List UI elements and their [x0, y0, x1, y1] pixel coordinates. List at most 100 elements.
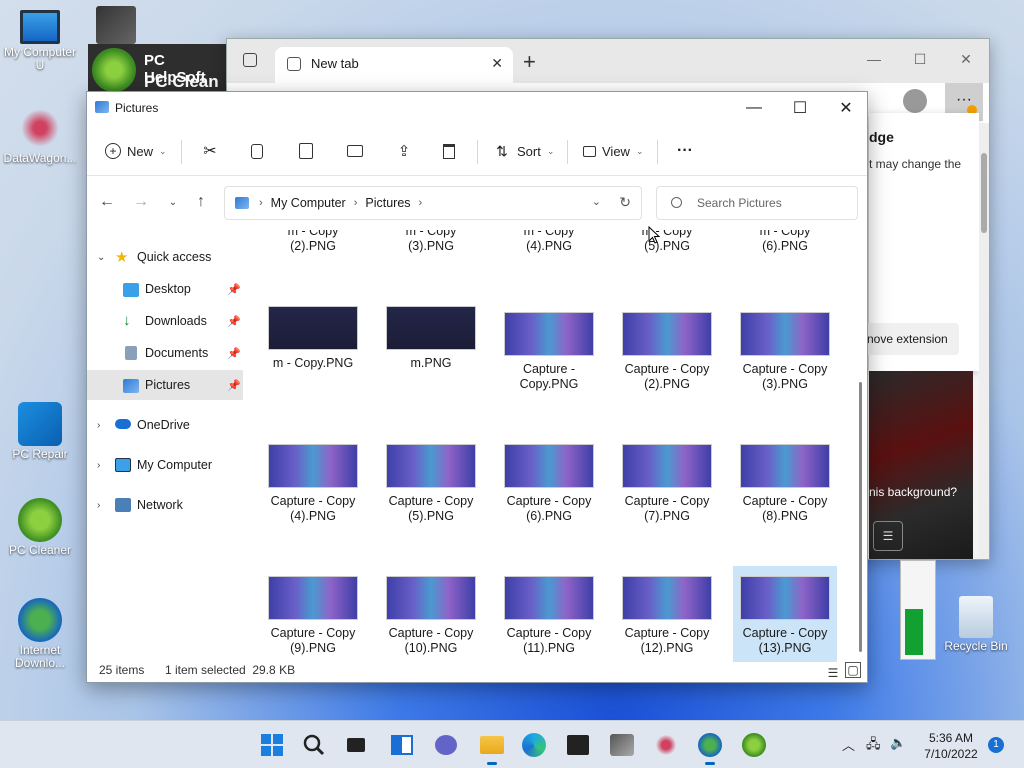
breadcrumb-pictures[interactable]: Pictures — [365, 196, 410, 210]
notification-badge[interactable]: 1 — [988, 737, 1004, 753]
content-scrollbar[interactable] — [857, 232, 865, 656]
file-tile[interactable]: Capture - Copy (11).PNG — [497, 570, 601, 656]
file-tile[interactable]: Capture - Copy (12).PNG — [615, 570, 719, 656]
cut-button[interactable]: ✂ — [201, 134, 219, 168]
back-button[interactable]: ← — [93, 188, 121, 216]
recent-locations-chevron-icon[interactable]: ⌄ — [159, 188, 187, 216]
large-icons-view-button[interactable]: ▢ — [845, 662, 861, 678]
file-name: Capture - Copy (3).PNG — [742, 362, 828, 391]
desktop-icon-datawagon[interactable]: DataWagon... — [0, 106, 80, 165]
widgets-button[interactable] — [388, 731, 416, 759]
file-tile[interactable]: Capture - Copy (3).PNG — [733, 306, 837, 392]
profile-avatar[interactable] — [903, 89, 927, 113]
datawagon-taskbar-button[interactable] — [652, 731, 680, 759]
close-button[interactable]: ✕ — [823, 92, 869, 124]
hamburger-menu-icon[interactable]: ☰ — [873, 521, 903, 551]
file-thumbnail — [268, 444, 358, 488]
file-tile[interactable]: Capture - Copy (4).PNG — [261, 438, 365, 524]
address-bar[interactable]: › My Computer › Pictures › ⌄ ↻ — [224, 186, 642, 220]
desktop-icon-pc-repair[interactable]: PC Repair — [0, 402, 80, 461]
file-explorer-window[interactable]: Pictures — ☐ ✕ + New ⌄ ✂ ⇪ ⇅ Sort ⌄ View… — [86, 91, 868, 683]
file-tile[interactable]: m - Copy (4).PNG — [497, 230, 601, 254]
file-tile[interactable]: m - Copy (6).PNG — [733, 230, 837, 254]
file-tile[interactable]: Capture - Copy (5).PNG — [379, 438, 483, 524]
task-view-button[interactable] — [342, 731, 370, 759]
teams-chat-button[interactable] — [432, 731, 460, 759]
view-button[interactable]: View ⌄ — [583, 134, 644, 168]
file-tile[interactable]: Capture - Copy.PNG — [497, 306, 601, 392]
desktop-icon-my-computer[interactable]: My Computer U — [0, 10, 80, 72]
file-tile[interactable]: m.PNG — [379, 306, 483, 371]
paste-button[interactable] — [299, 134, 313, 168]
desktop-icon-idm[interactable]: Internet Downlo... — [0, 598, 80, 670]
file-tile[interactable]: Capture - Copy (9).PNG — [261, 570, 365, 656]
edge-scrollbar[interactable] — [979, 123, 989, 559]
edge-tab[interactable]: New tab ✕ — [275, 47, 513, 83]
copy-button[interactable] — [251, 134, 263, 168]
forward-button[interactable]: → — [127, 188, 155, 216]
trash-icon — [443, 143, 455, 159]
refresh-icon[interactable]: ↻ — [619, 194, 631, 211]
more-options-button[interactable]: ··· — [677, 134, 693, 168]
details-view-button[interactable]: ☰ — [823, 663, 843, 683]
nav-pictures[interactable]: Pictures 📌 — [87, 370, 243, 400]
remove-extension-button[interactable]: nove extension — [859, 323, 959, 355]
nav-desktop[interactable]: Desktop 📌 — [87, 274, 243, 304]
breadcrumb-my-computer[interactable]: My Computer — [271, 196, 346, 210]
app-taskbar-button-1[interactable] — [608, 731, 636, 759]
expand-chevron-icon[interactable]: › — [97, 420, 100, 431]
file-tile[interactable]: Capture - Copy (7).PNG — [615, 438, 719, 524]
edge-minimize-button[interactable]: — — [851, 39, 897, 79]
nav-network[interactable]: › Network — [87, 490, 243, 520]
edge-taskbar-button[interactable] — [520, 731, 548, 759]
expand-chevron-icon[interactable]: › — [97, 500, 100, 511]
clock[interactable]: 5:36 AM 7/10/2022 — [916, 730, 986, 762]
idm-taskbar-button[interactable] — [696, 731, 724, 765]
nav-downloads[interactable]: ↓ Downloads 📌 — [87, 306, 243, 336]
delete-button[interactable] — [443, 134, 455, 168]
new-button[interactable]: + New ⌄ — [105, 134, 167, 168]
file-tile[interactable]: Capture - Copy (6).PNG — [497, 438, 601, 524]
expand-chevron-icon[interactable]: ⌄ — [97, 252, 105, 263]
edge-maximize-button[interactable]: ☐ — [897, 39, 943, 79]
search-button[interactable] — [300, 731, 328, 759]
show-hidden-icons-chevron-icon[interactable]: ︿ — [842, 735, 855, 754]
nav-quick-access[interactable]: ⌄ ★ Quick access — [87, 242, 243, 272]
file-tile[interactable]: m - Copy.PNG — [261, 306, 365, 371]
file-tile[interactable]: Capture - Copy (8).PNG — [733, 438, 837, 524]
start-button[interactable] — [258, 731, 286, 759]
desktop-icon-pc-cleaner[interactable]: PC Cleaner — [0, 498, 80, 557]
new-tab-button[interactable]: + — [523, 49, 536, 75]
desktop-icon-recycle-bin[interactable]: Recycle Bin — [936, 596, 1016, 653]
nav-documents[interactable]: Documents 📌 — [87, 338, 243, 368]
new-label: New — [127, 143, 154, 159]
file-tile[interactable]: Capture - Copy (13).PNG — [733, 566, 837, 662]
edge-sidebar-toggle-icon[interactable] — [243, 53, 257, 67]
up-button[interactable]: ↑ — [187, 188, 215, 216]
network-tray-icon[interactable]: 🖧 — [866, 735, 881, 757]
edge-close-button[interactable]: ✕ — [943, 39, 989, 79]
minimize-button[interactable]: — — [731, 92, 777, 124]
file-tile[interactable]: Capture - Copy (10).PNG — [379, 570, 483, 656]
file-tile[interactable]: m - Copy (5).PNG — [615, 230, 719, 254]
file-tile[interactable]: m - Copy (2).PNG — [261, 230, 365, 254]
pc-helpsoft-logo-icon — [92, 48, 136, 92]
address-dropdown-icon[interactable]: ⌄ — [592, 195, 601, 208]
pc-cleaner-icon — [18, 498, 62, 542]
search-input[interactable]: Search Pictures — [656, 186, 858, 220]
file-tile[interactable]: m - Copy (3).PNG — [379, 230, 483, 254]
file-name: Capture - Copy (4).PNG — [270, 494, 356, 523]
file-tile[interactable]: Capture - Copy (2).PNG — [615, 306, 719, 392]
share-button[interactable]: ⇪ — [395, 134, 413, 168]
rename-button[interactable] — [347, 134, 363, 168]
sort-button[interactable]: ⇅ Sort ⌄ — [493, 134, 554, 168]
nav-my-computer[interactable]: › My Computer — [87, 450, 243, 480]
nav-onedrive[interactable]: › OneDrive — [87, 410, 243, 440]
close-tab-icon[interactable]: ✕ — [491, 55, 503, 72]
expand-chevron-icon[interactable]: › — [97, 460, 100, 471]
maximize-button[interactable]: ☐ — [777, 92, 823, 124]
pc-cleaner-taskbar-button[interactable] — [740, 731, 768, 759]
volume-icon[interactable]: 🔈 — [890, 735, 906, 751]
file-explorer-taskbar-button[interactable] — [478, 731, 506, 765]
store-taskbar-button[interactable] — [564, 731, 592, 759]
